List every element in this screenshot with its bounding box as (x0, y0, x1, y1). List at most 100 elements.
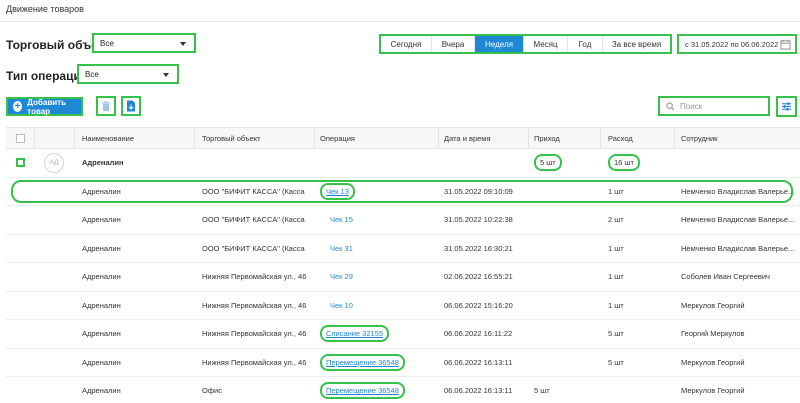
select-all-cell (6, 128, 34, 148)
cell-operation: Чек 31 (320, 235, 436, 263)
col-header-object[interactable]: Торговый объект (202, 128, 306, 148)
avatar: АД (44, 152, 64, 173)
period-year-button[interactable]: Год (568, 36, 603, 52)
period-week-button[interactable]: Неделя (475, 36, 524, 52)
cell-date: 02.06.2022 16:55:21 (444, 272, 513, 282)
col-header-employee[interactable]: Сотрудник (681, 128, 795, 148)
object-filter-value: Все (100, 39, 114, 48)
cell-employee: Меркулов Георгий (681, 386, 745, 396)
page-header: Движение товаров (0, 0, 800, 22)
cell-employee: Георгий Меркулов (681, 329, 745, 339)
operation-filter-select[interactable]: Все (77, 64, 179, 84)
table-row[interactable]: Адреналин ООО "БИФИТ КАССА" (Касса П... … (6, 178, 800, 206)
cell-outcome: 1 шт (608, 272, 624, 282)
column-settings-button[interactable] (776, 96, 797, 117)
operation-link[interactable]: Перемещение 36548 (320, 353, 405, 371)
cell-outcome (608, 377, 678, 403)
cell-employee: Немченко Владислав Валерье... (681, 243, 795, 253)
cell-operation: Списание 32155 (320, 320, 436, 348)
operation-link[interactable]: Чек 31 (330, 244, 353, 253)
cell-employee: Меркулов Георгий (681, 357, 745, 367)
cell-operation: Чек 29 (320, 263, 436, 291)
cell-outcome: 1 шт (608, 300, 624, 310)
group-income: 5 шт (534, 154, 562, 172)
cell-income (534, 206, 600, 234)
search-placeholder: Поиск (680, 102, 703, 111)
cell-operation: Чек 10 (320, 292, 436, 320)
cell-name: Адреналин (82, 386, 121, 396)
delete-button[interactable] (96, 96, 116, 116)
col-header-date[interactable]: Дата и время (444, 128, 534, 148)
cell-date: 06.06.2022 15:16:20 (444, 300, 513, 310)
operation-link[interactable]: Чек 29 (330, 272, 353, 281)
col-header-name[interactable]: Наименование (82, 128, 194, 148)
period-yesterday-button[interactable]: Вчера (432, 36, 475, 52)
cell-date: 31.05.2022 09:10:09 (444, 186, 513, 196)
group-outcome-cell: 16 шт (608, 149, 678, 177)
group-checkbox[interactable] (15, 158, 25, 168)
plus-icon: + (13, 101, 23, 112)
cell-operation: Перемещение 36548 (320, 349, 436, 377)
cell-operation: Перемещение 36548 (320, 377, 436, 403)
col-header-income[interactable]: Приход (534, 128, 600, 148)
cell-date: 06.06.2022 16:13:11 (444, 386, 513, 396)
chevron-down-icon (163, 73, 169, 77)
cell-income (534, 263, 600, 291)
table-header-row: Наименование Торговый объект Операция Да… (6, 127, 800, 149)
search-icon (666, 102, 675, 111)
period-selector: Сегодня Вчера Неделя Месяц Год За все вр… (379, 34, 672, 54)
operation-link[interactable]: Чек 10 (330, 301, 353, 310)
cell-outcome: 5 шт (608, 329, 624, 339)
export-button[interactable] (121, 96, 141, 116)
sliders-icon (781, 102, 792, 111)
chevron-down-icon (180, 42, 186, 46)
cell-income (534, 349, 600, 377)
table-row[interactable]: Адреналин Нижняя Первомайская ул., 46 Пе… (6, 349, 800, 377)
cell-object: Нижняя Первомайская ул., 46 (202, 272, 306, 282)
cell-outcome: 1 шт (608, 243, 624, 253)
cell-date: 31.05.2022 10:22:38 (444, 215, 513, 225)
page-title: Движение товаров (6, 4, 84, 14)
table-row[interactable]: Адреналин Нижняя Первомайская ул., 46 Сп… (6, 320, 800, 349)
col-header-operation[interactable]: Операция (320, 128, 436, 148)
cell-object: Нижняя Первомайская ул., 46 (202, 329, 306, 339)
cell-name: Адреналин (82, 329, 121, 339)
period-all-time-button[interactable]: За все время (603, 36, 670, 52)
operation-link[interactable]: Чек 15 (330, 215, 353, 224)
date-range-text: с 31.05.2022 по 06.06.2022 (685, 40, 779, 49)
search-field[interactable]: Поиск (658, 96, 770, 116)
trash-icon (102, 100, 110, 111)
cell-name: Адреналин (82, 215, 121, 225)
cell-object: Офис (202, 386, 222, 396)
group-row[interactable]: АД Адреналин 5 шт 16 шт (6, 149, 800, 178)
table-row[interactable]: Адреналин ООО "БИФИТ КАССА" (Касса П... … (6, 235, 800, 263)
cell-operation: Чек 15 (320, 206, 436, 234)
cell-income: 5 шт (534, 386, 550, 396)
group-name: Адреналин (82, 158, 124, 168)
table-row[interactable]: Адреналин Офис Перемещение 36548 06.06.2… (6, 377, 800, 403)
group-check-cell (6, 149, 34, 177)
calendar-icon (780, 39, 791, 50)
operation-link[interactable]: Чек 13 (320, 182, 355, 200)
col-header-outcome[interactable]: Расход (608, 128, 678, 148)
operation-filter-value: Все (85, 70, 99, 79)
select-all-checkbox[interactable] (15, 133, 25, 143)
movements-table: Наименование Торговый объект Операция Да… (6, 127, 800, 403)
date-range-picker[interactable]: с 31.05.2022 по 06.06.2022 (677, 34, 797, 54)
avatar-cell: АД (34, 149, 74, 177)
table-row[interactable]: Адреналин ООО "БИФИТ КАССА" (Касса П... … (6, 206, 800, 235)
cell-name: Адреналин (82, 357, 121, 367)
table-row[interactable]: Адреналин Нижняя Первомайская ул., 46 Че… (6, 292, 800, 320)
add-product-label: Добавить товар (27, 97, 67, 116)
cell-outcome: 2 шт (608, 215, 624, 225)
period-month-button[interactable]: Месяц (524, 36, 568, 52)
object-filter-select[interactable]: Все (92, 33, 196, 53)
table-row[interactable]: Адреналин Нижняя Первомайская ул., 46 Че… (6, 263, 800, 292)
operation-link[interactable]: Списание 32155 (320, 325, 390, 343)
period-today-button[interactable]: Сегодня (381, 36, 432, 52)
cell-object: Нижняя Первомайская ул., 46 (202, 357, 306, 367)
operation-link[interactable]: Перемещение 36548 (320, 382, 405, 400)
cell-object: Нижняя Первомайская ул., 46 (202, 300, 306, 310)
add-product-button[interactable]: + Добавить товар (6, 97, 83, 116)
group-outcome: 16 шт (608, 154, 640, 172)
